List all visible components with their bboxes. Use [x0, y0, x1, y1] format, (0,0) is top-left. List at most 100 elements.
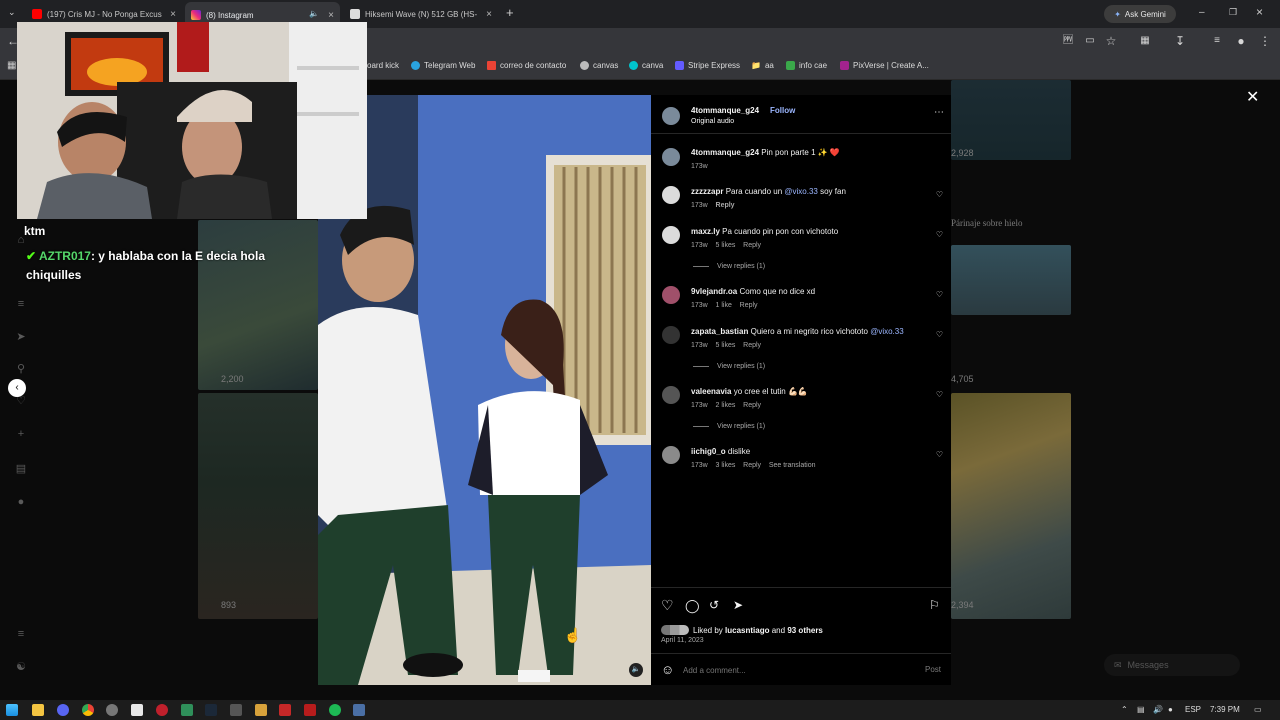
close-window-button[interactable]: ×: [1256, 5, 1263, 19]
bookmark-folder-aa[interactable]: 📁 aa: [751, 61, 774, 70]
more-icon[interactable]: ≡: [14, 628, 28, 642]
liked-by-user[interactable]: lucasntiago: [725, 626, 769, 635]
grid-tile[interactable]: [198, 393, 318, 619]
download-icon[interactable]: ↧: [1173, 34, 1187, 48]
comment-mention[interactable]: @vixo.33: [870, 327, 903, 336]
file-explorer-icon[interactable]: [32, 704, 44, 716]
emoji-icon[interactable]: ☺: [661, 662, 674, 677]
reel-video[interactable]: 🔈 ☝: [318, 95, 651, 685]
comment-likes[interactable]: 5 likes: [716, 342, 736, 349]
author-username[interactable]: 4tommanque_g24: [691, 106, 759, 115]
menu-icon[interactable]: ⋮: [1258, 34, 1272, 48]
reply-button[interactable]: Reply: [740, 302, 758, 309]
caption-username[interactable]: 4tommanque_g24: [691, 148, 759, 157]
comment-username[interactable]: maxz.ly: [691, 227, 720, 236]
profile-icon[interactable]: ●: [1234, 34, 1248, 48]
comment-likes[interactable]: 3 likes: [716, 462, 736, 469]
maximize-button[interactable]: ❐: [1229, 7, 1237, 18]
previous-post-button[interactable]: ‹: [8, 379, 26, 397]
see-translation-button[interactable]: See translation: [769, 462, 816, 469]
comment-avatar[interactable]: [662, 186, 680, 204]
create-icon[interactable]: +: [14, 428, 28, 442]
comment-username[interactable]: 9vlejandr.oa: [691, 287, 737, 296]
chrome-icon[interactable]: [82, 704, 94, 716]
comment-avatar[interactable]: [662, 446, 680, 464]
comment-like-icon[interactable]: ♡: [936, 290, 943, 299]
comment-likes[interactable]: 2 likes: [716, 402, 736, 409]
reply-button[interactable]: Reply: [743, 402, 761, 409]
app-icon[interactable]: [255, 704, 267, 716]
comment-likes[interactable]: 5 likes: [716, 242, 736, 249]
clock[interactable]: 7:39 PM: [1210, 705, 1240, 714]
view-replies-button[interactable]: View replies (1): [693, 363, 765, 370]
grid-tile[interactable]: [951, 245, 1071, 315]
media-icon[interactable]: ≡: [1210, 34, 1224, 48]
dashboard-icon[interactable]: ▤: [14, 462, 28, 476]
follow-button[interactable]: Follow: [770, 106, 795, 115]
comment-username[interactable]: zzzzzapr: [691, 187, 723, 196]
share-icon[interactable]: ➤: [733, 598, 743, 612]
close-icon[interactable]: ×: [170, 9, 176, 20]
tab-list-icon[interactable]: ⌄: [8, 7, 16, 18]
liked-by-others[interactable]: 93 others: [787, 626, 823, 635]
comment-like-icon[interactable]: ♡: [936, 450, 943, 459]
volume-icon[interactable]: 🔊: [1153, 705, 1163, 714]
original-audio-link[interactable]: Original audio: [691, 118, 734, 125]
threads-icon[interactable]: ☯: [14, 660, 28, 674]
comment-like-icon[interactable]: ♡: [936, 390, 943, 399]
comment-likes[interactable]: 1 like: [716, 302, 732, 309]
bookmark-kick[interactable]: oard kick: [367, 61, 399, 70]
comment-username[interactable]: valeenavia: [691, 387, 731, 396]
comment-avatar[interactable]: [662, 326, 680, 344]
author-avatar[interactable]: [662, 148, 680, 166]
profile-avatar-icon[interactable]: ●: [14, 496, 28, 510]
bookmark-canva[interactable]: canva: [629, 61, 663, 70]
reply-button[interactable]: Reply: [743, 242, 761, 249]
comment-input[interactable]: [683, 663, 883, 677]
spotify-icon[interactable]: [329, 704, 341, 716]
settings-icon[interactable]: [106, 704, 118, 716]
obs-icon[interactable]: [156, 704, 168, 716]
post-comment-button[interactable]: Post: [925, 665, 941, 674]
new-tab-button[interactable]: +: [506, 5, 514, 20]
ask-gemini-button[interactable]: ✦ Ask Gemini: [1104, 5, 1176, 23]
bookmark-info-cae[interactable]: info cae: [786, 61, 827, 70]
comment-icon[interactable]: ◯: [685, 598, 700, 614]
app-icon[interactable]: [131, 704, 143, 716]
reply-button[interactable]: Reply: [743, 342, 761, 349]
start-icon[interactable]: [6, 704, 18, 716]
mic-icon[interactable]: ●: [1168, 705, 1173, 714]
close-modal-icon[interactable]: ✕: [1246, 87, 1259, 107]
comment-username[interactable]: iichig0_o: [691, 447, 726, 456]
network-icon[interactable]: ▤: [1137, 705, 1145, 714]
close-icon[interactable]: ×: [486, 9, 492, 20]
steam-icon[interactable]: [205, 704, 217, 716]
bookmark-canvas[interactable]: canvas: [580, 61, 618, 70]
bookmark-telegram[interactable]: Telegram Web: [411, 61, 475, 70]
messages-button[interactable]: ✉ Messages: [1104, 654, 1240, 676]
like-icon[interactable]: ♡: [661, 597, 674, 614]
mute-button[interactable]: 🔈: [629, 663, 643, 677]
comment-username[interactable]: zapata_bastian: [691, 327, 748, 336]
bookmark-pixverse[interactable]: PixVerse | Create A...: [840, 61, 929, 70]
language-indicator[interactable]: ESP: [1185, 705, 1201, 714]
tray-overflow-icon[interactable]: ⌃: [1121, 705, 1128, 714]
grid-tile[interactable]: [951, 393, 1071, 619]
app-icon[interactable]: [230, 704, 242, 716]
speaker-icon[interactable]: 🔈: [309, 9, 319, 18]
reply-button[interactable]: Reply: [743, 462, 761, 469]
discord-icon[interactable]: [57, 704, 69, 716]
explore-icon[interactable]: ➤: [14, 330, 28, 344]
reels-icon[interactable]: ≡: [14, 298, 28, 312]
notifications-icon[interactable]: ▭: [1254, 705, 1262, 714]
translate-icon[interactable]: 🅎: [1061, 34, 1075, 48]
app-icon[interactable]: [304, 704, 316, 716]
view-replies-button[interactable]: View replies (1): [693, 263, 765, 270]
comment-avatar[interactable]: [662, 286, 680, 304]
comment-avatar[interactable]: [662, 226, 680, 244]
bookmark-gmail[interactable]: correo de contacto: [487, 61, 566, 70]
comment-like-icon[interactable]: ♡: [936, 190, 943, 199]
tab-youtube[interactable]: (197) Cris MJ - No Ponga Excus ×: [26, 4, 182, 24]
repost-icon[interactable]: ↺: [709, 598, 719, 612]
comment-mention[interactable]: @vixo.33: [784, 187, 817, 196]
